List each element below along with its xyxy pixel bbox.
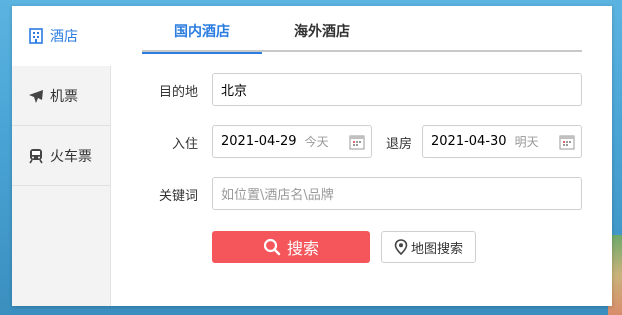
keyword-label: 关键词	[158, 189, 198, 204]
destination-label: 目的地	[158, 85, 198, 100]
building-icon	[28, 28, 44, 44]
search-icon	[263, 238, 281, 256]
checkout-hint: 明天	[514, 135, 539, 149]
keyword-placeholder: 如位置\酒店名\品牌	[221, 188, 334, 203]
sidebar-item-label: 机票	[50, 88, 78, 105]
tab-overseas-hotel[interactable]: 海外酒店	[262, 18, 382, 52]
destination-value: 北京	[221, 84, 248, 99]
sidebar-item-flight[interactable]: 机票	[12, 66, 110, 126]
tab-bar: 国内酒店 海外酒店	[142, 18, 582, 54]
map-search-label: 地图搜索	[410, 241, 463, 257]
sidebar-item-label: 酒店	[50, 29, 78, 45]
checkout-label: 退房	[385, 137, 412, 152]
checkout-date-input[interactable]: 2021-04-30 明天	[422, 125, 582, 158]
checkin-date: 2021-04-29	[221, 134, 297, 149]
sidebar-item-hotel[interactable]: 酒店	[12, 6, 111, 66]
main-content: 国内酒店 海外酒店 目的地 北京 入住 2021-04-29 今天 退房 202…	[112, 6, 612, 306]
map-search-button[interactable]: 地图搜索	[381, 231, 476, 263]
search-button[interactable]: 搜索	[212, 231, 370, 263]
keyword-input[interactable]: 如位置\酒店名\品牌	[212, 177, 582, 210]
checkout-date: 2021-04-30	[431, 134, 507, 149]
tab-domestic-hotel[interactable]: 国内酒店	[142, 18, 262, 54]
calendar-icon[interactable]	[349, 134, 365, 150]
plane-icon	[28, 88, 44, 104]
destination-input[interactable]: 北京	[212, 73, 582, 106]
checkin-label: 入住	[171, 137, 198, 152]
sidebar: 酒店 机票 火车票	[12, 6, 111, 306]
checkin-date-input[interactable]: 2021-04-29 今天	[212, 125, 372, 158]
search-panel: 酒店 机票 火车票 国内酒店 海外酒店 目的地 北京 入住 2021-04-29…	[12, 6, 612, 306]
train-icon	[28, 148, 44, 164]
location-pin-icon	[394, 239, 408, 255]
sidebar-item-train[interactable]: 火车票	[12, 126, 110, 186]
sidebar-item-label: 火车票	[50, 148, 92, 165]
search-button-label: 搜索	[286, 239, 319, 258]
calendar-icon[interactable]	[559, 134, 575, 150]
checkin-hint: 今天	[304, 135, 329, 149]
